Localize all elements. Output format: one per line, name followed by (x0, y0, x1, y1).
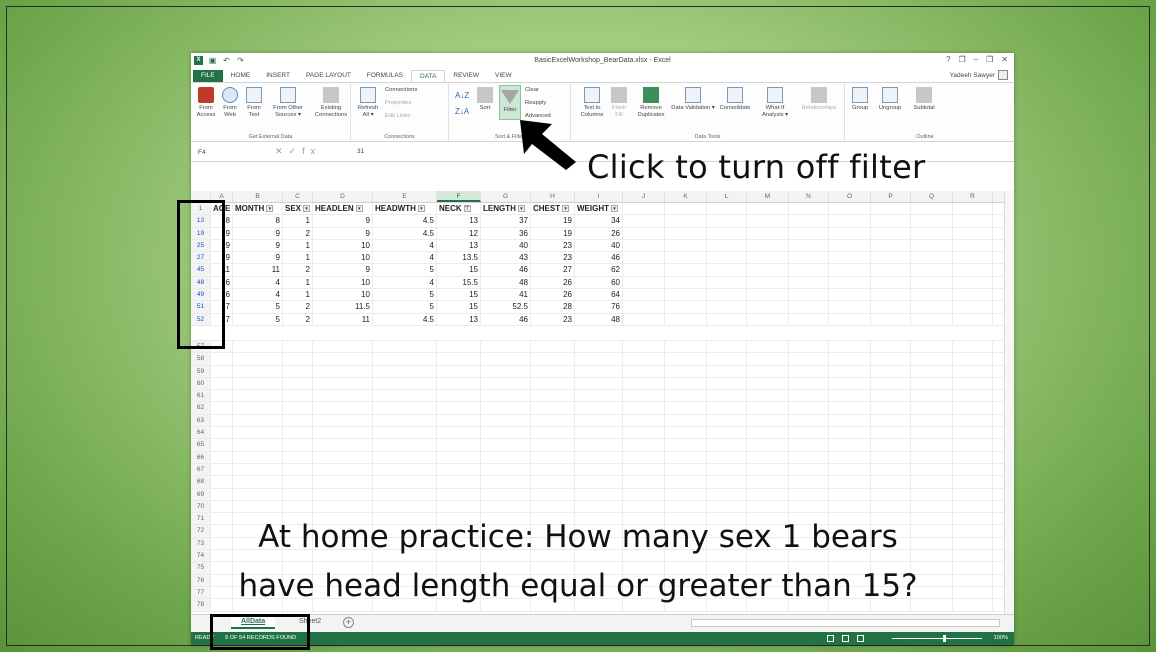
filter-button[interactable]: Filter (499, 85, 521, 120)
sort-icon (477, 87, 493, 103)
fx-icon[interactable]: ✕✓fx (275, 146, 321, 157)
avatar (998, 70, 1008, 80)
reapply-button[interactable]: Reapply (525, 100, 546, 106)
flash-fill-button[interactable]: Flash Fill (609, 87, 629, 119)
from-other-sources-button[interactable]: From Other Sources ▾ (265, 87, 311, 119)
what-if-icon (767, 87, 783, 103)
help-icon[interactable]: ? (946, 55, 950, 64)
text-file-icon (246, 87, 262, 103)
edit-links-button[interactable]: Edit Links (385, 113, 410, 119)
name-box[interactable]: F4 (195, 147, 255, 159)
refresh-all-button[interactable]: Refresh All ▾ (355, 87, 381, 119)
minimize-icon[interactable]: – (974, 55, 978, 64)
tab-data[interactable]: DATA (411, 70, 446, 82)
from-access-button[interactable]: From Access (193, 87, 219, 119)
group-connections: Refresh All ▾ Connections Properties Edi… (351, 83, 449, 141)
sort-za-icon[interactable]: Z↓A (455, 107, 469, 116)
document-title: BasicExcelWorkshop_BearData.xlsx - Excel (534, 57, 671, 64)
connections-icon (323, 87, 339, 103)
tab-review[interactable]: REVIEW (445, 70, 487, 82)
subtotal-icon (916, 87, 932, 103)
data-validation-button[interactable]: Data Validation ▾ (671, 87, 715, 112)
window-controls: ? ❐ – ❐ ✕ (946, 55, 1008, 64)
practice-question-line2: have head length equal or greater than 1… (238, 568, 918, 604)
sort-button[interactable]: Sort (475, 87, 495, 112)
flash-fill-icon (611, 87, 627, 103)
remove-duplicates-button[interactable]: Remove Duplicates (631, 87, 671, 119)
group-button[interactable]: Group (847, 87, 873, 112)
relationships-button[interactable]: Relationships (795, 87, 843, 112)
tab-file[interactable]: FILE (193, 70, 223, 82)
tab-insert[interactable]: INSERT (258, 70, 298, 82)
web-icon (222, 87, 238, 103)
excel-window: X ▣ ↶ ↷ BasicExcelWorkshop_BearData.xlsx… (191, 53, 1014, 645)
other-sources-icon (280, 87, 296, 103)
group-label: Data Tools (694, 134, 721, 140)
group-label: Get External Data (248, 134, 293, 140)
title-bar: X ▣ ↶ ↷ BasicExcelWorkshop_BearData.xlsx… (191, 53, 1014, 69)
consolidate-icon (727, 87, 743, 103)
subtotal-button[interactable]: Subtotal (907, 87, 941, 112)
user-account[interactable]: Yadeeh Sawyer (950, 70, 1008, 80)
text-to-columns-icon (584, 87, 600, 103)
consolidate-button[interactable]: Consolidate (715, 87, 755, 112)
restore-icon[interactable]: ❐ (986, 55, 993, 64)
from-web-button[interactable]: From Web (219, 87, 241, 119)
connections-button[interactable]: Connections (385, 87, 417, 93)
group-outline: Group Ungroup Subtotal Outline (845, 83, 1005, 141)
close-icon[interactable]: ✕ (1001, 55, 1008, 64)
ribbon-display-icon[interactable]: ❐ (959, 55, 966, 64)
from-text-button[interactable]: From Text (243, 87, 265, 119)
row-numbers-highlight-box (177, 200, 225, 349)
tab-page-layout[interactable]: PAGE LAYOUT (298, 70, 359, 82)
ungroup-icon (882, 87, 898, 103)
relationships-icon (811, 87, 827, 103)
group-icon (852, 87, 868, 103)
user-name: Yadeeh Sawyer (949, 71, 995, 79)
ribbon: From Access From Web From Text From Othe… (191, 82, 1014, 142)
arrow-annotation-icon (520, 120, 576, 170)
practice-question-line1: At home practice: How many sex 1 bears (258, 519, 898, 555)
formula-input[interactable]: 31 (357, 148, 364, 155)
properties-button[interactable]: Properties (385, 100, 411, 106)
tab-view[interactable]: VIEW (487, 70, 520, 82)
status-highlight-box (210, 614, 310, 650)
sort-az-icon[interactable]: A↓Z (455, 91, 469, 100)
access-icon (198, 87, 214, 103)
ungroup-button[interactable]: Ungroup (873, 87, 907, 112)
group-data-tools: Text to Columns Flash Fill Remove Duplic… (571, 83, 845, 141)
refresh-icon (360, 87, 376, 103)
ribbon-tabs: FILE HOME INSERT PAGE LAYOUT FORMULAS DA… (191, 69, 1014, 82)
tab-home[interactable]: HOME (223, 70, 259, 82)
filter-callout: Click to turn off filter (587, 148, 926, 186)
remove-duplicates-icon (643, 87, 659, 103)
data-validation-icon (685, 87, 701, 103)
existing-connections-button[interactable]: Existing Connections (313, 87, 349, 119)
text-to-columns-button[interactable]: Text to Columns (575, 87, 609, 119)
filter-icon (501, 90, 519, 104)
group-label: Connections (384, 134, 415, 140)
group-label: Outline (916, 134, 934, 140)
tab-formulas[interactable]: FORMULAS (359, 70, 411, 82)
what-if-analysis-button[interactable]: What-If Analysis ▾ (755, 87, 795, 119)
clear-button[interactable]: Clear (525, 87, 539, 93)
group-get-external-data: From Access From Web From Text From Othe… (191, 83, 351, 141)
